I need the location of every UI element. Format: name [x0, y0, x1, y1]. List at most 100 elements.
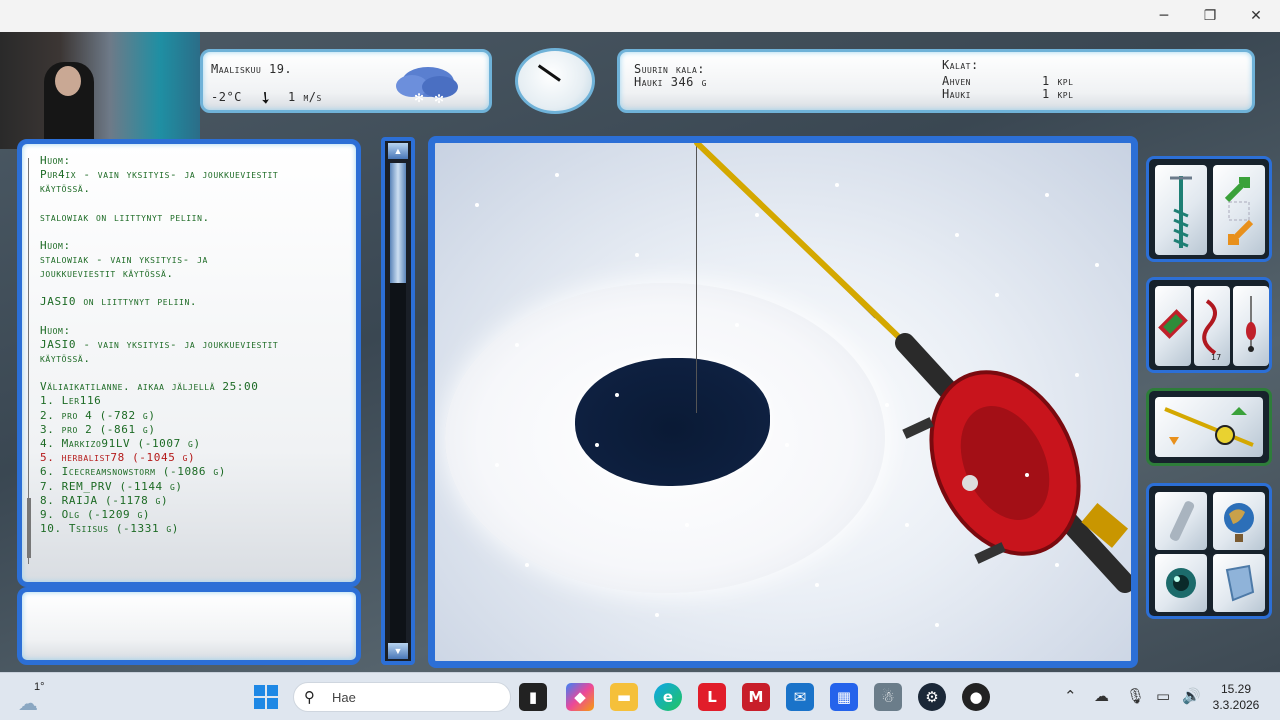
chat-gap [40, 197, 340, 211]
chat-message: stalowiak on liittynyt peliin. [40, 210, 210, 224]
steam-icon[interactable]: ⚙ [918, 683, 946, 711]
snowflake [655, 613, 659, 617]
snowflake [615, 393, 619, 397]
snowflake [835, 183, 839, 187]
worm-icon[interactable]: 17 [1194, 286, 1230, 366]
weather-widget[interactable]: ☁ 1° [18, 681, 50, 715]
chat-messages: Huom: Pur4ix - vain yksityis- ja joukkuev… [40, 154, 340, 536]
biggest-fish-title: Suurin kala: [634, 62, 706, 76]
slider-fill[interactable] [390, 163, 406, 283]
title-bar: ─ ❐ ✕ [0, 0, 1280, 32]
fish-list-title: Kalat: [942, 58, 979, 72]
system-clock[interactable]: 15.29 3.3.2026 [1206, 681, 1266, 713]
slider-up-button[interactable]: ▲ [388, 143, 408, 159]
chat-message: 9. Olg (-1209 g) [40, 508, 151, 522]
chat-gap [40, 310, 340, 324]
folder-icon[interactable]: ▬ [610, 683, 638, 711]
weather-temp: 1° [34, 681, 45, 693]
fish-name: Ahven [942, 74, 971, 88]
chat-gap [40, 281, 340, 295]
snowflake [1045, 193, 1049, 197]
fish-name: Hauki [942, 87, 971, 101]
chat-message: 10. Tsiisus (-1331 g) [40, 522, 180, 536]
fishing-view[interactable] [428, 136, 1138, 668]
mcafee-icon[interactable]: M [742, 683, 770, 711]
lure-icon[interactable] [1155, 286, 1191, 366]
onedrive-icon[interactable]: ☁ [1094, 687, 1109, 705]
svg-text:✻: ✻ [414, 91, 424, 104]
restore-icon[interactable]: ❐ [1187, 0, 1233, 32]
snowflake [935, 623, 939, 627]
slider-down-button[interactable]: ▼ [388, 643, 408, 659]
obs-icon[interactable]: ● [962, 683, 990, 711]
eye-icon[interactable] [1155, 554, 1207, 612]
search-icon: ⚲ [304, 688, 315, 706]
tool-group-drill [1146, 156, 1272, 262]
file-explorer-tray-icon[interactable]: ▮ [519, 683, 547, 711]
clock-time: 15.29 [1220, 682, 1252, 696]
microphone-icon[interactable]: 🎙 [1126, 687, 1145, 705]
snowflake [495, 463, 499, 467]
chat-scroll-thumb[interactable] [27, 498, 31, 558]
chat-input[interactable] [17, 587, 361, 665]
chat-message: 1. Ler116 [40, 394, 102, 408]
flashlight-icon[interactable] [1155, 492, 1207, 550]
tool-group-bait: 17 [1146, 277, 1272, 373]
chevron-up-icon[interactable]: ⌃ [1064, 687, 1077, 705]
snow-cloud-icon: ✻ ✻ [396, 67, 458, 104]
chat-message: Väliaikatilanne. aikaa jäljellä 25:00 [40, 380, 259, 394]
lenovo-icon[interactable]: L [698, 683, 726, 711]
snowflake [785, 443, 789, 447]
fish-count: 1 kpl [1042, 74, 1074, 88]
switch-arrows-icon[interactable] [1213, 165, 1265, 255]
close-icon[interactable]: ✕ [1233, 0, 1279, 32]
snowflake [595, 443, 599, 447]
snowflake [885, 403, 889, 407]
outlook-icon[interactable]: ✉ [786, 683, 814, 711]
snowflake [905, 523, 909, 527]
chat-message: 6. Icecreamsnowstorm (-1086 g) [40, 465, 226, 479]
jig-icon[interactable] [1233, 286, 1269, 366]
time-dial [515, 48, 595, 114]
chat-message: stalowiak - vain yksityis- ja joukkuevie… [40, 253, 208, 281]
fishing-rod[interactable] [435, 143, 1131, 661]
network-icon[interactable]: ▭ [1156, 687, 1170, 705]
chat-message: Huom: [40, 323, 71, 337]
weather-panel: Maaliskuu 19. -2°C ➘ 1 m/s ✻ ✻ [200, 49, 492, 113]
game-area: Maaliskuu 19. -2°C ➘ 1 m/s ✻ ✻ Suurin ka… [0, 32, 1280, 672]
snowflake [525, 563, 529, 567]
globe-icon[interactable] [1213, 492, 1265, 550]
game-icon[interactable]: ☃ [874, 683, 902, 711]
chat-message: 2. pro 4 (-782 g) [40, 408, 156, 422]
store-icon[interactable]: ▦ [830, 683, 858, 711]
wind-speed-label: 1 m/s [288, 90, 322, 104]
ice-drill-icon[interactable] [1155, 165, 1207, 255]
worm-count: 17 [1211, 353, 1221, 361]
taskbar: ☁ 1° ⚲ Hae ▮ ◆ ▬ e L M ✉ ▦ ☃ ⚙ ● ⌃ ☁ 🎙 ▭… [0, 672, 1280, 720]
rod-reel-icon[interactable] [1155, 397, 1263, 457]
snowflake [515, 343, 519, 347]
snowflake [755, 213, 759, 217]
snowflake [475, 203, 479, 207]
snowflake [955, 233, 959, 237]
snowflake [995, 293, 999, 297]
wind-direction-icon: ➘ [254, 85, 277, 110]
edge-icon[interactable]: e [654, 683, 682, 711]
minimize-icon[interactable]: ─ [1141, 0, 1187, 32]
catch-panel: Suurin kala: Hauki 346 g Kalat: Ahven 1 … [617, 49, 1255, 113]
chat-gap [40, 366, 340, 380]
snowflake [735, 323, 739, 327]
depth-slider[interactable]: ▲ ▼ [381, 137, 415, 665]
search-box[interactable]: ⚲ Hae [293, 682, 511, 712]
chat-message: Huom: [40, 238, 71, 252]
chat-message: Huom: [40, 154, 71, 167]
streamer-head [55, 66, 81, 96]
copilot-icon[interactable]: ◆ [566, 683, 594, 711]
start-button[interactable] [254, 685, 278, 709]
map-icon[interactable] [1213, 554, 1265, 612]
chat-scrollbar[interactable] [27, 158, 34, 564]
search-placeholder: Hae [332, 690, 356, 705]
webcam-overlay [0, 32, 200, 149]
volume-icon[interactable]: 🔊 [1182, 687, 1201, 705]
snowflake [815, 583, 819, 587]
